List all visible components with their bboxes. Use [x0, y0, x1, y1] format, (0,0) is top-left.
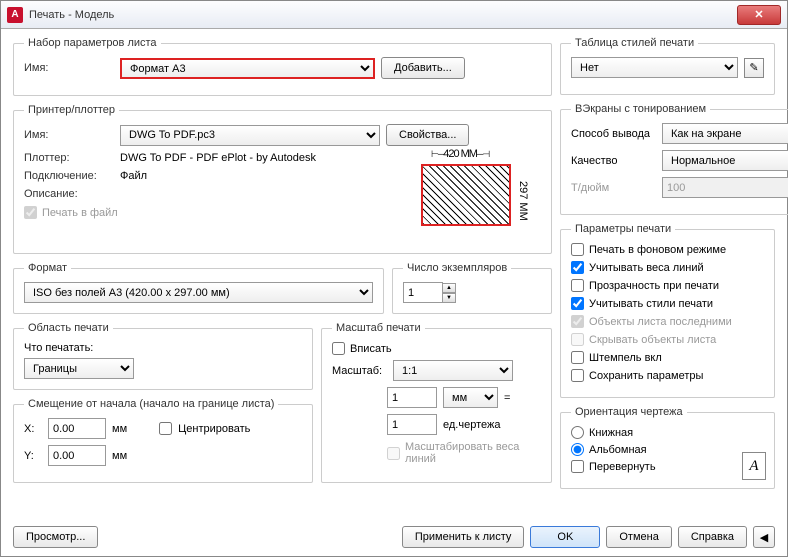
- quality-label: Качество: [571, 155, 656, 167]
- copies-input[interactable]: [403, 282, 443, 303]
- paper-size-legend: Формат: [24, 262, 71, 274]
- fit-checkbox[interactable]: [332, 342, 345, 355]
- scale-lw-checkbox: [387, 447, 400, 460]
- scale-select[interactable]: 1:1: [393, 360, 513, 381]
- plot-what-label: Что печатать:: [24, 342, 302, 354]
- offset-x-unit: мм: [112, 423, 127, 435]
- opt-stamp-checkbox[interactable]: [571, 351, 584, 364]
- opt-hide-checkbox: [571, 333, 584, 346]
- plotter-value: DWG To PDF - PDF ePlot - by Autodesk: [120, 152, 316, 164]
- ok-button[interactable]: OK: [530, 526, 600, 548]
- offset-x-input[interactable]: [48, 418, 106, 439]
- plot-styles-group: Таблица стилей печати Нет ✎: [560, 37, 775, 95]
- opt-ps-checkbox[interactable]: [571, 297, 584, 310]
- offset-y-unit: мм: [112, 450, 127, 462]
- apply-button[interactable]: Применить к листу: [402, 526, 525, 548]
- scale-label: Масштаб:: [332, 365, 387, 377]
- opt-save-checkbox[interactable]: [571, 369, 584, 382]
- close-button[interactable]: ✕: [737, 5, 781, 25]
- printer-name-label: Имя:: [24, 129, 114, 141]
- copies-spinner[interactable]: ▲▼: [442, 283, 456, 303]
- app-icon: A: [7, 7, 23, 23]
- edit-style-icon[interactable]: ✎: [744, 58, 764, 78]
- shaded-viewports-group: ВЭкраны с тонированием Способ вывода Как…: [560, 103, 788, 215]
- paper-preview: ⊢─420 MM─⊣ 297 MM: [401, 146, 541, 246]
- center-checkbox[interactable]: [159, 422, 172, 435]
- connection-label: Подключение:: [24, 170, 114, 182]
- connection-value: Файл: [120, 170, 147, 182]
- offset-legend: Смещение от начала (начало на границе ли…: [24, 398, 278, 410]
- orientation-icon: A: [742, 452, 766, 480]
- help-button[interactable]: Справка: [678, 526, 747, 548]
- shade-method-select[interactable]: Как на экране: [662, 123, 788, 144]
- plot-area-group: Область печати Что печатать: Границы: [13, 322, 313, 390]
- paper-size-select[interactable]: ISO без полей A3 (420.00 x 297.00 мм): [24, 282, 373, 303]
- printer-name-select[interactable]: DWG To PDF.pc3: [120, 125, 380, 146]
- scale-lw-label: Масштабировать веса линий: [405, 441, 541, 465]
- opt-trans-checkbox[interactable]: [571, 279, 584, 292]
- page-setup-legend: Набор параметров листа: [24, 37, 161, 49]
- page-setup-name-label: Имя:: [24, 62, 114, 74]
- printer-props-button[interactable]: Свойства...: [386, 124, 469, 146]
- scale-unit-select[interactable]: мм: [443, 387, 498, 408]
- plot-styles-legend: Таблица стилей печати: [571, 37, 698, 49]
- print-to-file-label: Печать в файл: [42, 207, 118, 219]
- cancel-button[interactable]: Отмена: [606, 526, 671, 548]
- page-setup-group: Набор параметров листа Имя: Формат А3 До…: [13, 37, 552, 96]
- scale-drawing-input[interactable]: [387, 414, 437, 435]
- preview-button[interactable]: Просмотр...: [13, 526, 98, 548]
- offset-x-label: X:: [24, 423, 42, 435]
- offset-y-input[interactable]: [48, 445, 106, 466]
- printer-group: Принтер/плоттер Имя: DWG To PDF.pc3 Свой…: [13, 104, 552, 254]
- page-setup-name-select[interactable]: Формат А3: [120, 58, 375, 79]
- scale-eq: =: [504, 392, 510, 404]
- landscape-radio[interactable]: [571, 443, 584, 456]
- opt-pslast-checkbox: [571, 315, 584, 328]
- upside-checkbox[interactable]: [571, 460, 584, 473]
- orientation-legend: Ориентация чертежа: [571, 406, 687, 418]
- plot-what-select[interactable]: Границы: [24, 358, 134, 379]
- quality-select[interactable]: Нормальное: [662, 150, 788, 171]
- description-label: Описание:: [24, 188, 114, 200]
- portrait-radio[interactable]: [571, 426, 584, 439]
- fit-label: Вписать: [350, 343, 392, 355]
- center-label: Центрировать: [178, 423, 250, 435]
- copies-group: Число экземпляров ▲▼: [392, 262, 552, 314]
- scale-paper-input[interactable]: [387, 387, 437, 408]
- scale-drawing-unit: ед.чертежа: [443, 419, 500, 431]
- printer-legend: Принтер/плоттер: [24, 104, 119, 116]
- window-title: Печать - Модель: [29, 9, 114, 21]
- shaded-viewports-legend: ВЭкраны с тонированием: [571, 103, 710, 115]
- offset-y-label: Y:: [24, 450, 42, 462]
- shade-method-label: Способ вывода: [571, 128, 656, 140]
- plot-options-group: Параметры печати Печать в фоновом режиме…: [560, 223, 775, 398]
- dpi-label: Т/дюйм: [571, 182, 656, 194]
- collapse-button[interactable]: ◀: [753, 526, 775, 548]
- orientation-group: Ориентация чертежа Книжная Альбомная Пер…: [560, 406, 775, 489]
- scale-group: Масштаб печати Вписать Масштаб: 1:1: [321, 322, 552, 483]
- dpi-input: [662, 177, 788, 198]
- scale-legend: Масштаб печати: [332, 322, 425, 334]
- offset-group: Смещение от начала (начало на границе ли…: [13, 398, 313, 483]
- plot-style-select[interactable]: Нет: [571, 57, 738, 78]
- opt-lw-checkbox[interactable]: [571, 261, 584, 274]
- print-to-file-checkbox: [24, 206, 37, 219]
- plotter-label: Плоттер:: [24, 152, 114, 164]
- paper-size-group: Формат ISO без полей A3 (420.00 x 297.00…: [13, 262, 384, 314]
- plot-area-legend: Область печати: [24, 322, 113, 334]
- titlebar: A Печать - Модель ✕: [1, 1, 787, 29]
- copies-legend: Число экземпляров: [403, 262, 511, 274]
- add-page-setup-button[interactable]: Добавить...: [381, 57, 465, 79]
- opt-bg-checkbox[interactable]: [571, 243, 584, 256]
- plot-options-legend: Параметры печати: [571, 223, 675, 235]
